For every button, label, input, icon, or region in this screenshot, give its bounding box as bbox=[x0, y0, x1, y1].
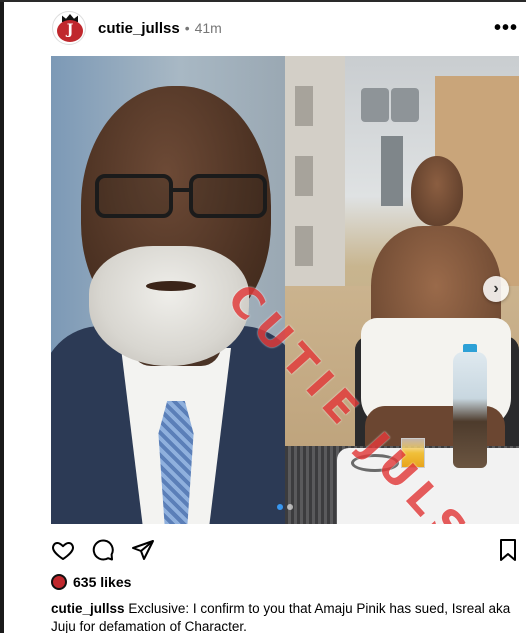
likes-row[interactable]: 635 likes bbox=[51, 574, 131, 590]
carousel-next-button[interactable]: › bbox=[483, 276, 509, 302]
post-timestamp: 41m bbox=[194, 20, 222, 36]
caption-username[interactable]: cutie_jullss bbox=[51, 601, 125, 616]
bookmark-icon bbox=[500, 539, 516, 561]
water-tank bbox=[391, 88, 419, 122]
shot-glass bbox=[401, 438, 425, 468]
ring-object bbox=[351, 454, 399, 472]
carousel-indicator bbox=[277, 504, 293, 510]
comment-button[interactable] bbox=[91, 538, 115, 567]
post-caption: cutie_jullss Exclusive: I confirm to you… bbox=[51, 600, 516, 633]
window-border-left bbox=[0, 0, 4, 633]
building bbox=[285, 56, 345, 286]
head bbox=[411, 156, 463, 226]
mouth bbox=[146, 281, 196, 291]
avatar-letter: J bbox=[66, 22, 74, 38]
beard bbox=[89, 246, 249, 366]
glasses bbox=[75, 174, 275, 220]
comment-icon bbox=[92, 539, 114, 561]
heart-icon bbox=[52, 542, 74, 560]
chevron-right-icon: › bbox=[493, 280, 499, 297]
likes-count[interactable]: 635 likes bbox=[73, 574, 131, 590]
send-icon bbox=[132, 540, 154, 560]
save-button[interactable] bbox=[497, 538, 519, 567]
tank-tower bbox=[381, 136, 403, 206]
window-border-top bbox=[0, 0, 526, 2]
post-image[interactable]: CUTIE JULS › bbox=[51, 56, 519, 524]
carousel-dot bbox=[287, 504, 293, 510]
more-options-button[interactable]: ••• bbox=[494, 17, 518, 40]
username-link[interactable]: cutie_jullss bbox=[98, 20, 180, 37]
post-actions bbox=[51, 538, 519, 562]
post-header: J cutie_jullss • 41m ••• bbox=[52, 10, 522, 46]
avatar[interactable]: J bbox=[52, 11, 86, 45]
like-button[interactable] bbox=[51, 538, 75, 567]
carousel-dot bbox=[277, 504, 283, 510]
separator-dot: • bbox=[184, 20, 190, 36]
bottle bbox=[453, 352, 487, 468]
share-button[interactable] bbox=[131, 538, 155, 567]
liker-avatar bbox=[51, 574, 67, 590]
photo-left-portrait bbox=[51, 56, 285, 524]
water-tank bbox=[361, 88, 389, 122]
